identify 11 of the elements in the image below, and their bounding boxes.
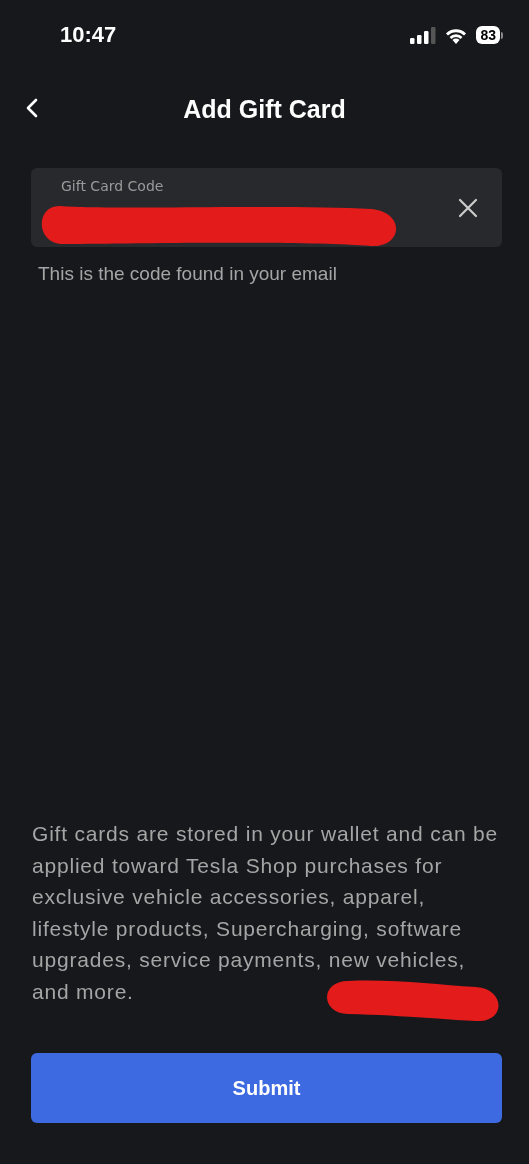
battery-icon: 83 — [476, 26, 503, 44]
back-button[interactable] — [26, 98, 38, 118]
helper-text: This is the code found in your email — [38, 263, 338, 285]
signal-icon — [410, 26, 437, 44]
gift-card-code-field[interactable]: Gift Card Code — [31, 168, 502, 247]
wifi-icon — [444, 26, 469, 44]
clear-icon[interactable] — [458, 197, 478, 218]
page-title: Add Gift Card — [183, 94, 346, 124]
submit-button[interactable]: Submit — [31, 1053, 502, 1123]
status-time: 10:47 — [60, 22, 117, 48]
info-text: Gift cards are stored in your wallet and can be applied toward Tesla Shop purchases for exclusive vehicle accessories, apparel, lifestyle products, Supercharging, software upgrades, service payments, new vehicles, and more. — [32, 821, 499, 1005]
